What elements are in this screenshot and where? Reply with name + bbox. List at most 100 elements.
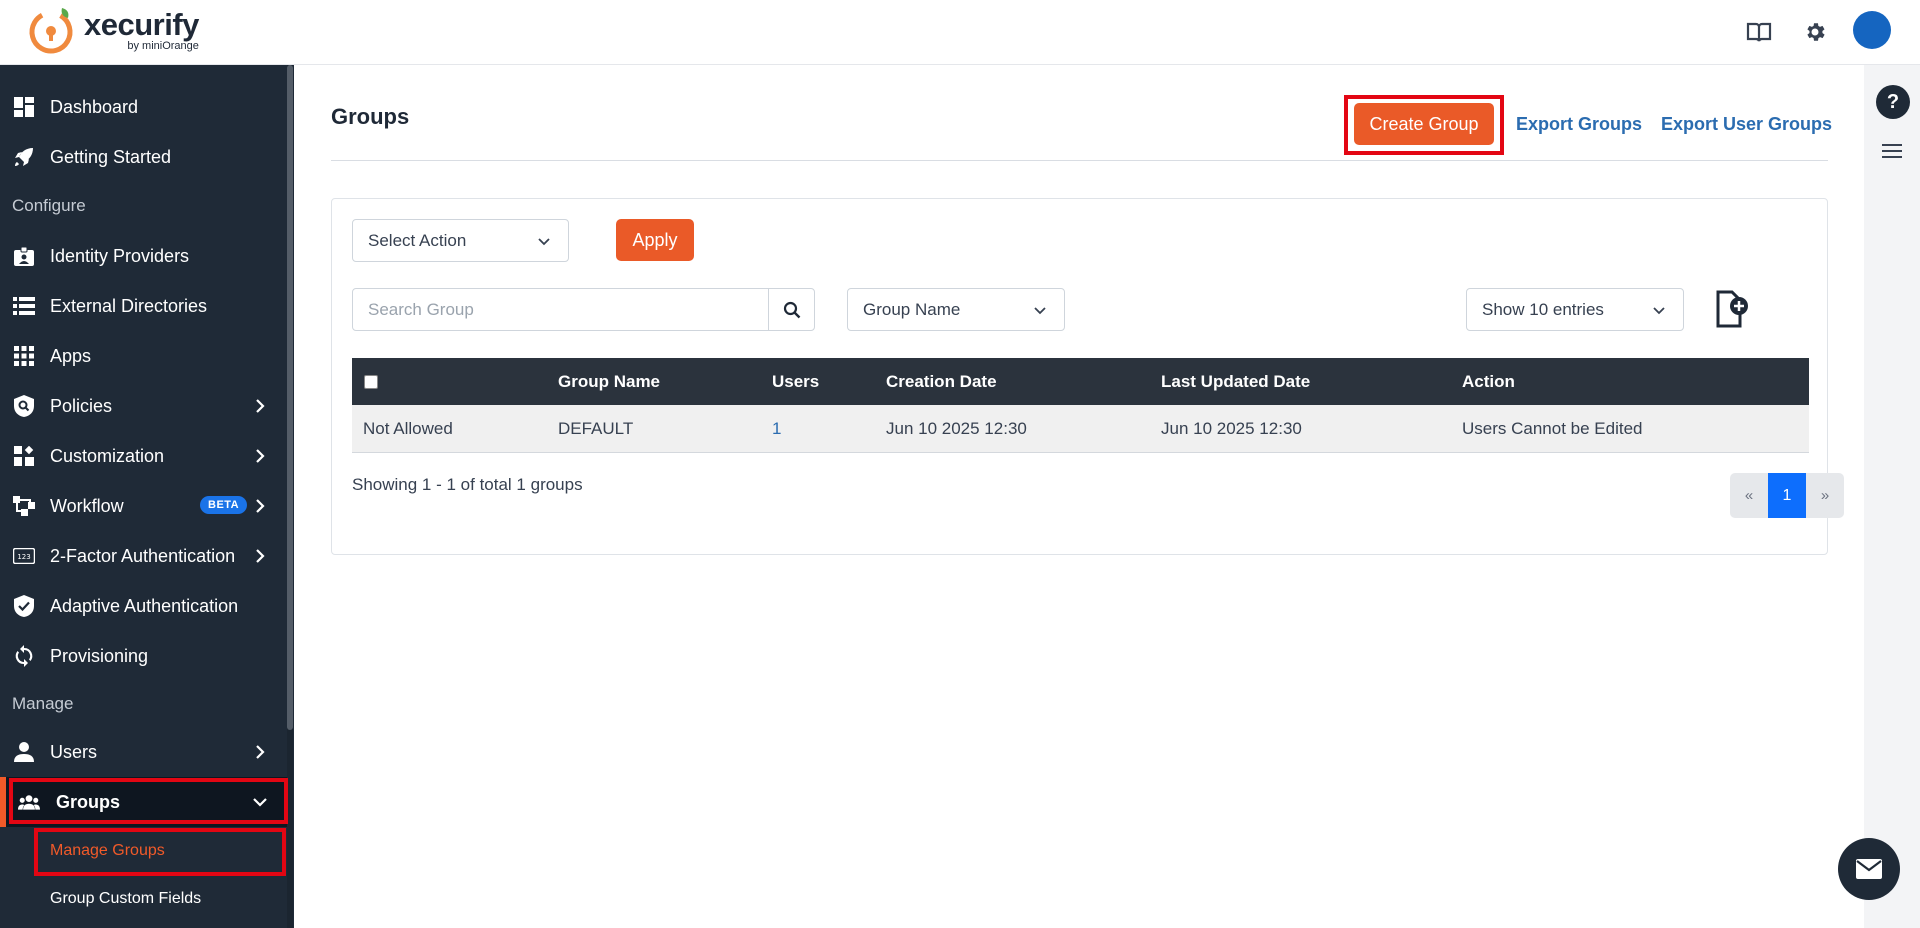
sidebar-item-label: Users <box>50 741 98 762</box>
title-divider <box>331 160 1828 161</box>
main-content: Groups Create Group Export Groups Export… <box>294 65 1864 928</box>
sidebar-item-users[interactable]: Users <box>0 727 287 777</box>
chevron-right-icon <box>256 745 265 759</box>
123-icon: 123 <box>13 545 35 567</box>
top-header: xecurify by miniOrange <box>0 0 1920 65</box>
table-header: Group Name Users Creation Date Last Upda… <box>352 358 1809 405</box>
highlight-box-groups <box>9 778 288 824</box>
group-filter-value: Group Name <box>863 299 961 319</box>
mail-icon <box>1856 859 1882 879</box>
row-users-link[interactable]: 1 <box>772 405 781 452</box>
rocket-icon <box>13 146 35 168</box>
sidebar-item-label: Dashboard <box>50 96 139 117</box>
export-groups-link[interactable]: Export Groups <box>1516 114 1642 135</box>
select-all-checkbox[interactable] <box>364 358 378 405</box>
entries-per-page-value: Show 10 entries <box>1482 299 1604 319</box>
beta-badge: BETA <box>200 496 248 514</box>
sidebar-item-apps[interactable]: Apps <box>0 331 287 381</box>
sidebar-item-workflow[interactable]: Workflow BETA <box>0 481 287 531</box>
sidebar-item-label: External Directories <box>50 295 208 316</box>
chevron-right-icon <box>256 499 265 513</box>
header-action: Action <box>1462 371 1515 391</box>
pagination-prev[interactable]: « <box>1730 473 1768 518</box>
create-group-button[interactable]: Create Group <box>1354 103 1494 145</box>
page-title: Groups <box>331 104 410 129</box>
sidebar-section-configure: Configure <box>12 196 86 215</box>
sidebar-item-provisioning[interactable]: Provisioning <box>0 631 287 681</box>
logo-mark-icon <box>29 8 73 54</box>
sidebar-item-policies[interactable]: Policies <box>0 381 287 431</box>
id-badge-icon <box>13 245 35 267</box>
gear-icon[interactable] <box>1800 17 1830 47</box>
groups-table: Group Name Users Creation Date Last Upda… <box>352 358 1809 453</box>
apply-button[interactable]: Apply <box>616 219 694 261</box>
widgets-icon <box>13 445 35 467</box>
search-button[interactable] <box>768 288 815 331</box>
entries-per-page-dropdown[interactable]: Show 10 entries <box>1466 288 1684 331</box>
sidebar-section-manage: Manage <box>12 694 74 713</box>
chevron-right-icon <box>256 399 265 413</box>
help-icon[interactable]: ? <box>1876 85 1910 119</box>
sidebar-item-label: Workflow <box>50 495 124 516</box>
search-input[interactable]: Search Group <box>352 288 769 331</box>
sidebar-item-dashboard[interactable]: Dashboard <box>0 82 287 132</box>
sidebar-item-external-directories[interactable]: External Directories <box>0 281 287 331</box>
mail-chat-button[interactable] <box>1838 838 1900 900</box>
sidebar-subitem-group-custom-fields[interactable]: Group Custom Fields <box>50 890 201 908</box>
sidebar: Dashboard Getting Started Configure Iden… <box>0 65 294 928</box>
pagination: « 1 » <box>1730 473 1844 518</box>
header-creation-date[interactable]: Creation Date <box>886 358 997 405</box>
sidebar-item-label: Getting Started <box>50 146 172 167</box>
sidebar-item-label: Provisioning <box>50 645 149 666</box>
sidebar-item-adaptive-authentication[interactable]: Adaptive Authentication <box>0 581 287 631</box>
workflow-icon <box>13 495 35 517</box>
sidebar-item-label: Customization <box>50 445 165 466</box>
header-group-name[interactable]: Group Name <box>558 358 660 405</box>
active-indicator <box>0 777 6 827</box>
avatar[interactable] <box>1853 11 1891 49</box>
select-action-dropdown[interactable]: Select Action <box>352 219 569 262</box>
chevron-right-icon <box>256 549 265 563</box>
table-row: Not Allowed DEFAULT 1 Jun 10 2025 12:30 … <box>352 405 1809 453</box>
shield-search-icon <box>13 395 35 417</box>
export-user-groups-link[interactable]: Export User Groups <box>1661 114 1832 135</box>
dashboard-icon <box>13 96 35 118</box>
sidebar-item-customization[interactable]: Customization <box>0 431 287 481</box>
sidebar-item-label: Apps <box>50 345 92 366</box>
group-filter-dropdown[interactable]: Group Name <box>847 288 1065 331</box>
add-file-icon[interactable] <box>1712 288 1752 330</box>
groups-card: Select Action Apply Search Group Group N… <box>331 198 1844 555</box>
app-logo[interactable]: xecurify by miniOrange <box>26 4 199 56</box>
right-rail <box>1864 65 1920 928</box>
row-group-name: DEFAULT <box>558 418 634 438</box>
user-icon <box>13 741 35 763</box>
svg-text:123: 123 <box>17 553 30 561</box>
sidebar-item-identity-providers[interactable]: Identity Providers <box>0 231 287 281</box>
pagination-next[interactable]: » <box>1806 473 1844 518</box>
select-action-value: Select Action <box>368 230 467 250</box>
chevron-right-icon <box>256 449 265 463</box>
highlight-box-manage-groups <box>34 828 286 876</box>
row-creation-date: Jun 10 2025 12:30 <box>886 418 1027 438</box>
sidebar-item-getting-started[interactable]: Getting Started <box>0 132 287 182</box>
book-icon[interactable] <box>1744 17 1774 47</box>
hamburger-menu-icon[interactable] <box>1882 143 1902 159</box>
list-icon <box>13 295 35 317</box>
header-users[interactable]: Users <box>772 358 819 405</box>
showing-count: Showing 1 - 1 of total 1 groups <box>352 475 583 494</box>
chevron-down-icon <box>1034 307 1046 315</box>
row-action: Users Cannot be Edited <box>1462 418 1643 438</box>
sidebar-scrollbar-thumb[interactable] <box>287 65 293 730</box>
shield-check-icon <box>13 595 35 617</box>
sync-icon <box>13 645 35 667</box>
sidebar-item-2fa[interactable]: 123 2-Factor Authentication <box>0 531 287 581</box>
chevron-down-icon <box>1653 307 1665 315</box>
chevron-down-icon <box>538 238 550 246</box>
sidebar-item-label: Policies <box>50 395 113 416</box>
sidebar-item-label: Identity Providers <box>50 245 190 266</box>
app-name: xecurify <box>84 7 199 42</box>
pagination-page-current[interactable]: 1 <box>1768 473 1806 518</box>
header-last-updated-date[interactable]: Last Updated Date <box>1161 358 1310 405</box>
row-select-status: Not Allowed <box>363 418 453 438</box>
sidebar-item-label: Adaptive Authentication <box>50 595 239 616</box>
